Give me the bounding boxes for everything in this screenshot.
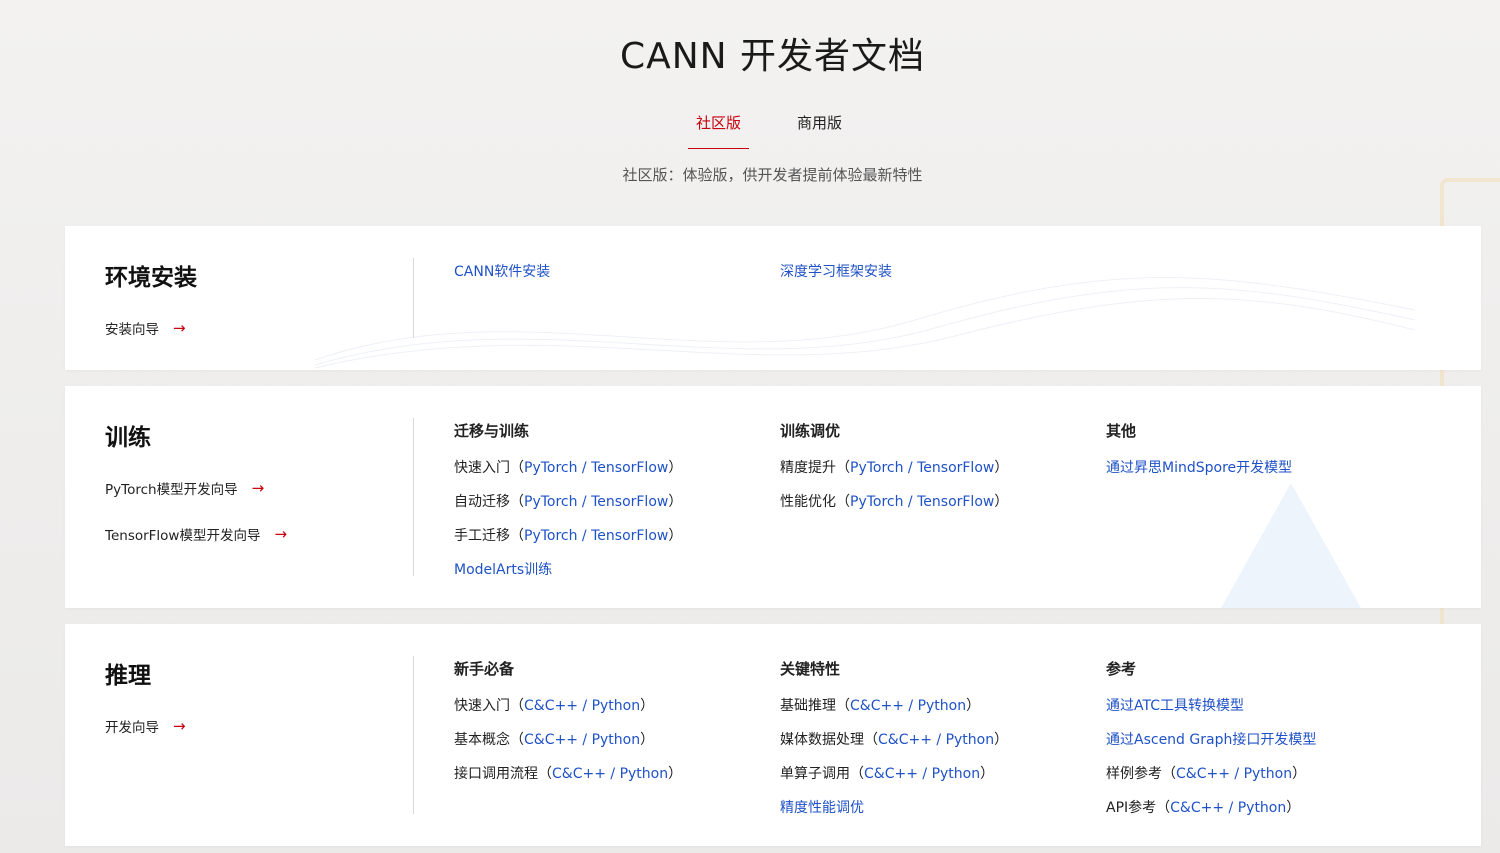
python-link[interactable]: Python bbox=[592, 732, 641, 748]
cpp-link[interactable]: C&C++ bbox=[524, 732, 578, 748]
list-item: 媒体数据处理（C&C++ / Python） bbox=[780, 732, 1009, 748]
infer-guide-link[interactable]: 开发向导 → bbox=[105, 716, 355, 736]
cpp-link[interactable]: C&C++ bbox=[850, 698, 904, 714]
list-item: 单算子调用（C&C++ / Python） bbox=[780, 766, 995, 782]
section-title-infer: 推理 bbox=[105, 663, 151, 689]
tensorflow-link[interactable]: TensorFlow bbox=[591, 460, 668, 476]
cpp-link[interactable]: C&C++ bbox=[878, 732, 932, 748]
install-guide-label: 安装向导 bbox=[105, 322, 159, 338]
section-divider bbox=[413, 418, 414, 576]
tensorflow-guide-label: TensorFlow模型开发向导 bbox=[105, 528, 261, 544]
page-title: CANN 开发者文档 bbox=[619, 36, 926, 77]
tensorflow-guide-link[interactable]: TensorFlow模型开发向导 → bbox=[105, 524, 355, 544]
tensorflow-link[interactable]: TensorFlow bbox=[917, 460, 994, 476]
arrow-right-icon: → bbox=[173, 319, 186, 337]
python-link[interactable]: Python bbox=[1244, 766, 1293, 782]
train-migrate-col: 迁移与训练 快速入门（PyTorch / TensorFlow） 自动迁移（Py… bbox=[454, 420, 774, 593]
train-card: 训练 PyTorch模型开发向导 → TensorFlow模型开发向导 → 迁移… bbox=[65, 386, 1481, 608]
column-heading: 其他 bbox=[1106, 422, 1137, 440]
cpp-link[interactable]: C&C++ bbox=[1176, 766, 1230, 782]
list-item: API参考（C&C++ / Python） bbox=[1106, 800, 1301, 816]
section-title-train: 训练 bbox=[105, 425, 151, 451]
precision-tuning-link[interactable]: 精度性能调优 bbox=[780, 797, 1100, 817]
infer-features-col: 关键特性 基础推理（C&C++ / Python） 媒体数据处理（C&C++ /… bbox=[780, 658, 1100, 831]
python-link[interactable]: Python bbox=[620, 766, 669, 782]
list-item: 手工迁移（PyTorch / TensorFlow） bbox=[454, 528, 683, 544]
column-heading: 关键特性 bbox=[780, 660, 841, 678]
python-link[interactable]: Python bbox=[946, 732, 995, 748]
install-guide-link[interactable]: 安装向导 → bbox=[105, 318, 355, 338]
arrow-right-icon: → bbox=[173, 717, 186, 735]
infer-guide-label: 开发向导 bbox=[105, 720, 159, 736]
pytorch-link[interactable]: PyTorch bbox=[850, 460, 903, 476]
list-item: 基本概念（C&C++ / Python） bbox=[454, 732, 655, 748]
train-tune-col: 训练调优 精度提升（PyTorch / TensorFlow） 性能优化（PyT… bbox=[780, 420, 1100, 525]
section-divider bbox=[413, 656, 414, 814]
python-link[interactable]: Python bbox=[592, 698, 641, 714]
tab-community[interactable]: 社区版 bbox=[688, 108, 750, 149]
infer-left: 推理 开发向导 → bbox=[105, 656, 355, 762]
pytorch-link[interactable]: PyTorch bbox=[524, 528, 577, 544]
pytorch-guide-link[interactable]: PyTorch模型开发向导 → bbox=[105, 478, 355, 498]
pytorch-link[interactable]: PyTorch bbox=[850, 494, 903, 510]
tensorflow-link[interactable]: TensorFlow bbox=[917, 494, 994, 510]
cpp-link[interactable]: C&C++ bbox=[552, 766, 606, 782]
column-heading: 参考 bbox=[1106, 660, 1137, 678]
modelarts-link[interactable]: ModelArts训练 bbox=[454, 559, 774, 579]
arrow-right-icon: → bbox=[274, 525, 288, 543]
section-divider bbox=[413, 258, 414, 338]
column-heading: 迁移与训练 bbox=[454, 422, 530, 440]
tab-commercial[interactable]: 商用版 bbox=[789, 108, 850, 149]
edition-tabs: 社区版 商用版 bbox=[688, 108, 850, 149]
list-item: 精度提升（PyTorch / TensorFlow） bbox=[780, 460, 1009, 476]
list-item: 自动迁移（PyTorch / TensorFlow） bbox=[454, 494, 683, 510]
atc-convert-link[interactable]: 通过ATC工具转换模型 bbox=[1106, 695, 1426, 715]
pytorch-guide-label: PyTorch模型开发向导 bbox=[105, 482, 238, 498]
column-heading: 新手必备 bbox=[454, 660, 515, 678]
python-link[interactable]: Python bbox=[918, 698, 967, 714]
tensorflow-link[interactable]: TensorFlow bbox=[591, 528, 668, 544]
install-left: 环境安装 安装向导 → bbox=[105, 258, 355, 364]
column-heading: 训练调优 bbox=[780, 422, 841, 440]
list-item: 基础推理（C&C++ / Python） bbox=[780, 698, 981, 714]
train-left: 训练 PyTorch模型开发向导 → TensorFlow模型开发向导 → bbox=[105, 418, 355, 570]
train-other-col: 其他 通过昇思MindSpore开发模型 bbox=[1106, 420, 1426, 491]
ascend-graph-link[interactable]: 通过Ascend Graph接口开发模型 bbox=[1106, 729, 1426, 749]
install-col-2: 深度学习框架安装 bbox=[780, 261, 1100, 295]
tensorflow-link[interactable]: TensorFlow bbox=[591, 494, 668, 510]
cann-install-link[interactable]: CANN软件安装 bbox=[454, 261, 774, 281]
install-col-1: CANN软件安装 bbox=[454, 261, 774, 295]
cpp-link[interactable]: C&C++ bbox=[524, 698, 578, 714]
list-item: 快速入门（PyTorch / TensorFlow） bbox=[454, 460, 683, 476]
infer-card: 推理 开发向导 → 新手必备 快速入门（C&C++ / Python） 基本概念… bbox=[65, 624, 1481, 846]
mindspore-link[interactable]: 通过昇思MindSpore开发模型 bbox=[1106, 457, 1426, 477]
list-item: 接口调用流程（C&C++ / Python） bbox=[454, 766, 683, 782]
list-item: 快速入门（C&C++ / Python） bbox=[454, 698, 655, 714]
cpp-link[interactable]: C&C++ bbox=[864, 766, 918, 782]
pytorch-link[interactable]: PyTorch bbox=[524, 494, 577, 510]
cpp-link[interactable]: C&C++ bbox=[1170, 800, 1224, 816]
python-link[interactable]: Python bbox=[932, 766, 981, 782]
python-link[interactable]: Python bbox=[1238, 800, 1287, 816]
infer-reference-col: 参考 通过ATC工具转换模型 通过Ascend Graph接口开发模型 样例参考… bbox=[1106, 658, 1426, 831]
list-item: 性能优化（PyTorch / TensorFlow） bbox=[780, 494, 1009, 510]
infer-basics-col: 新手必备 快速入门（C&C++ / Python） 基本概念（C&C++ / P… bbox=[454, 658, 774, 797]
section-title-install: 环境安装 bbox=[105, 265, 197, 291]
framework-install-link[interactable]: 深度学习框架安装 bbox=[780, 261, 1100, 281]
triangle-decoration bbox=[1221, 483, 1361, 608]
install-card: 环境安装 安装向导 → CANN软件安装 深度学习框架安装 bbox=[65, 226, 1481, 370]
pytorch-link[interactable]: PyTorch bbox=[524, 460, 577, 476]
arrow-right-icon: → bbox=[251, 479, 265, 497]
edition-description: 社区版：体验版，供开发者提前体验最新特性 bbox=[622, 166, 923, 184]
list-item: 样例参考（C&C++ / Python） bbox=[1106, 766, 1307, 782]
